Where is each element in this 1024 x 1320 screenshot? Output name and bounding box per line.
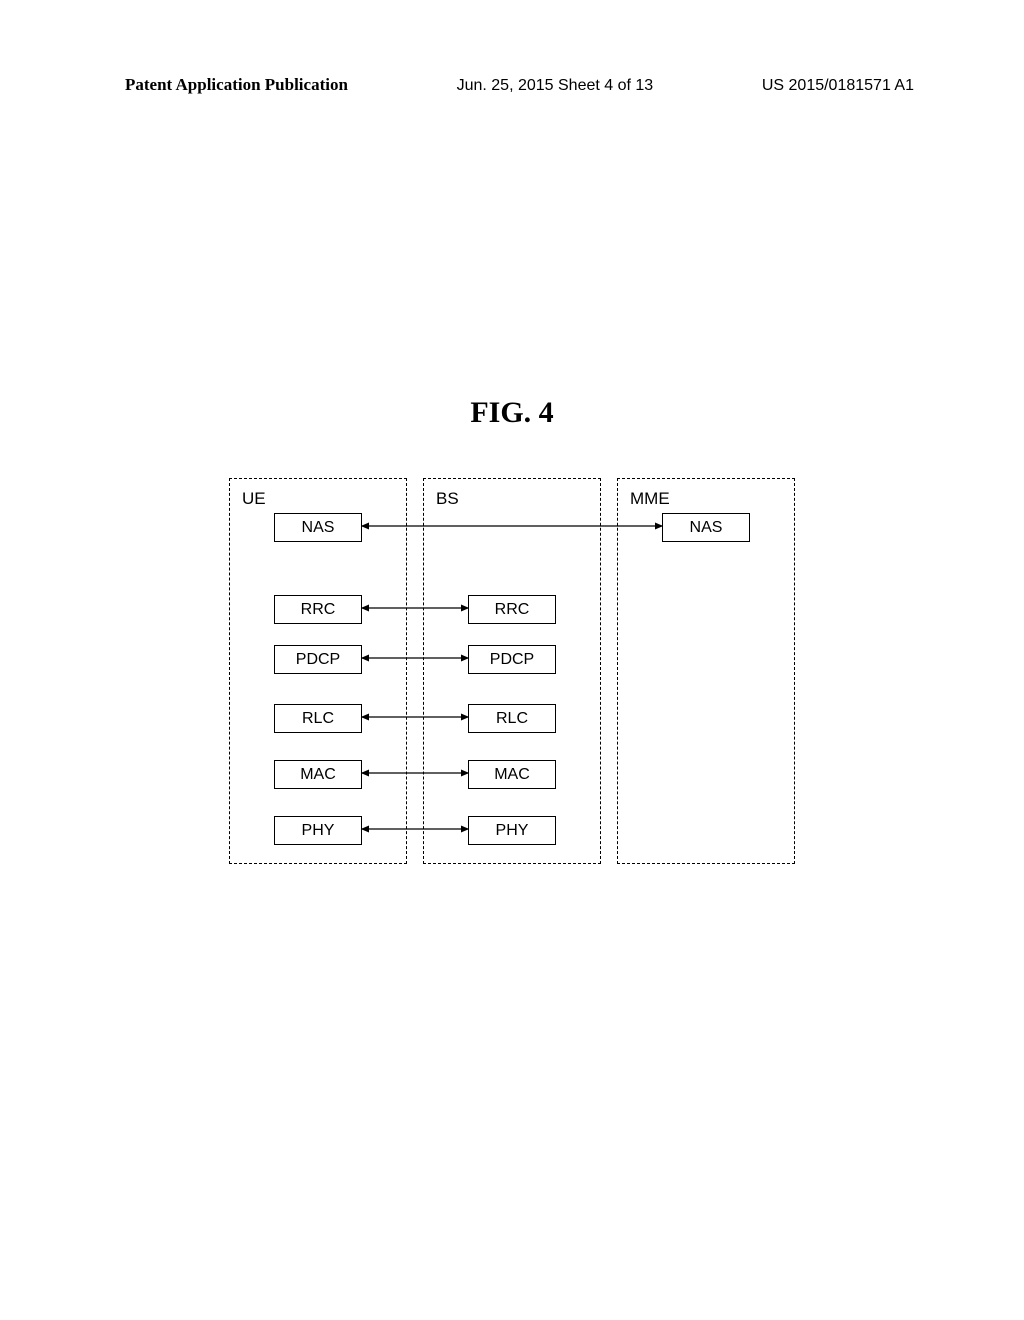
header-center: Jun. 25, 2015 Sheet 4 of 13	[457, 77, 654, 95]
entity-bs: BS RRC PDCP RLC MAC PHY	[423, 478, 601, 864]
bs-layer-rlc: RLC	[468, 704, 556, 733]
entity-mme: MME NAS	[617, 478, 795, 864]
bs-layer-phy: PHY	[468, 816, 556, 845]
protocol-stack-diagram: UE NAS RRC PDCP RLC MAC PHY BS RRC PDCP …	[229, 478, 795, 864]
page-header: Patent Application Publication Jun. 25, …	[0, 75, 1024, 95]
entity-bs-label: BS	[436, 489, 459, 509]
ue-layer-rlc: RLC	[274, 704, 362, 733]
bs-layer-mac: MAC	[468, 760, 556, 789]
header-right: US 2015/0181571 A1	[762, 77, 914, 95]
entity-ue-label: UE	[242, 489, 266, 509]
entity-mme-label: MME	[630, 489, 670, 509]
entity-ue: UE NAS RRC PDCP RLC MAC PHY	[229, 478, 407, 864]
header-left: Patent Application Publication	[125, 75, 348, 95]
bs-layer-rrc: RRC	[468, 595, 556, 624]
ue-layer-mac: MAC	[274, 760, 362, 789]
bs-layer-pdcp: PDCP	[468, 645, 556, 674]
ue-layer-phy: PHY	[274, 816, 362, 845]
ue-layer-rrc: RRC	[274, 595, 362, 624]
mme-layer-nas: NAS	[662, 513, 750, 542]
ue-layer-nas: NAS	[274, 513, 362, 542]
ue-layer-pdcp: PDCP	[274, 645, 362, 674]
figure-title: FIG. 4	[0, 396, 1024, 430]
